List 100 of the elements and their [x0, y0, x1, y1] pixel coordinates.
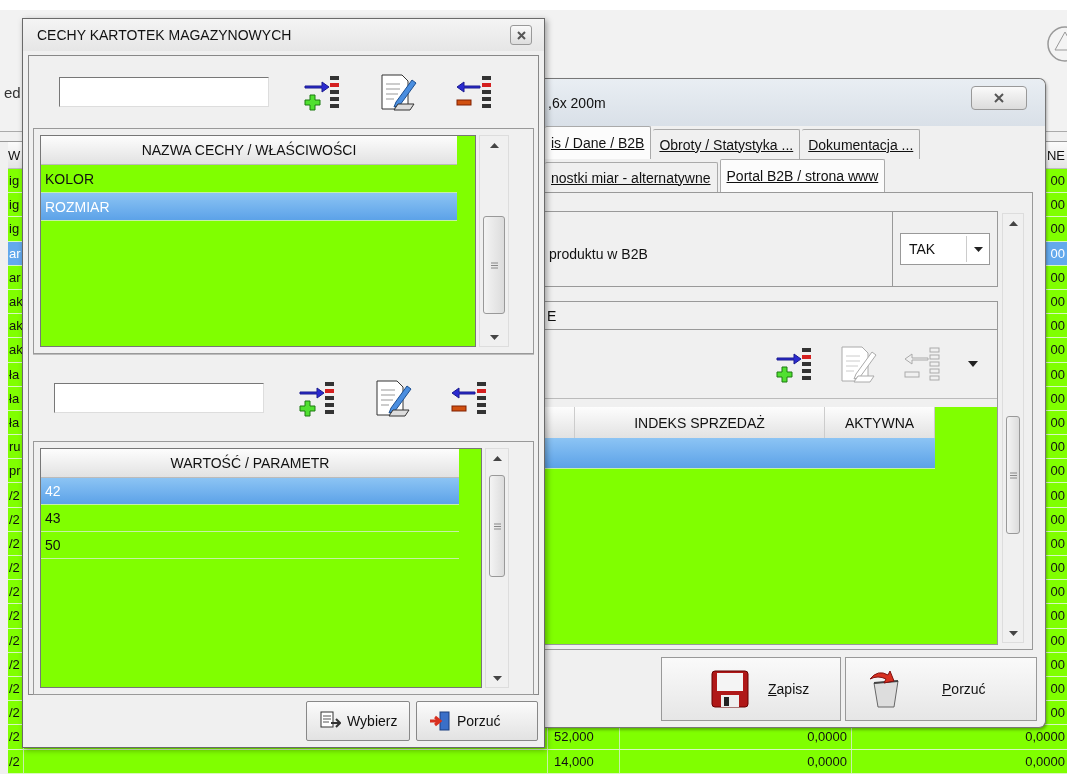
table-cell: /2: [9, 560, 20, 576]
table-cell: ak: [9, 342, 23, 358]
table-cell: /2: [9, 535, 20, 551]
table-cell: 00: [1050, 366, 1065, 382]
edit-document-icon: [373, 378, 413, 418]
document-arrow-icon: [319, 711, 341, 731]
toolbar-text: ed: [4, 84, 21, 101]
cancel-button[interactable]: Porzuć: [416, 701, 538, 741]
scroll-up-icon: [489, 142, 499, 148]
table-cell: 00: [1050, 463, 1065, 479]
table-cell: 00: [1050, 245, 1065, 261]
table-cell: 00: [1050, 584, 1065, 600]
close-icon: [516, 30, 526, 40]
field-label: produktu w B2B: [548, 245, 649, 264]
scroll-up-icon: [492, 455, 502, 461]
column-header[interactable]: NAZWA CECHY / WŁAŚCIWOŚCI: [41, 136, 457, 165]
scrollbar[interactable]: [1002, 213, 1024, 643]
table-cell: ła: [9, 366, 20, 382]
grip-icon: [1009, 471, 1017, 479]
table-cell: 00: [1050, 269, 1065, 285]
table-cell: 0,0000: [807, 753, 847, 769]
table-cell: /2: [9, 584, 20, 600]
table-cell: /2: [9, 681, 20, 697]
close-button[interactable]: [971, 86, 1027, 110]
table-cell: 00: [1050, 294, 1065, 310]
search-field[interactable]: [54, 383, 264, 413]
table-cell: 14,000: [554, 753, 594, 769]
table-cell: /2: [9, 753, 20, 769]
scroll-down-icon: [492, 675, 502, 681]
table-cell: 00: [1050, 656, 1065, 672]
table-cell: 00: [1050, 221, 1065, 237]
table-cell: 00: [1050, 197, 1065, 213]
table-cell: ła: [9, 390, 20, 406]
table-cell: /2: [9, 487, 20, 503]
table-cell: 52,000: [554, 729, 594, 745]
tab[interactable]: Dokumentacja ...: [802, 129, 921, 159]
tab[interactable]: Portal B2B / strona www: [719, 159, 886, 192]
table-cell: 0,0000: [1025, 729, 1065, 745]
edit-document-icon: [838, 344, 878, 384]
caret-icon: [968, 361, 978, 367]
scrollbar[interactable]: [479, 135, 509, 347]
dropdown[interactable]: TAK: [900, 233, 990, 265]
tab[interactable]: Obroty / Statystyka ...: [653, 129, 801, 159]
grip-icon: [493, 522, 501, 530]
table-cell: ig: [9, 173, 20, 189]
tab[interactable]: nostki miar - alternatywne: [545, 162, 718, 192]
scroll-down-icon: [489, 334, 499, 340]
table-cell: ak: [9, 294, 23, 310]
search-field[interactable]: [59, 77, 269, 107]
table-cell: 00: [1050, 681, 1065, 697]
table-cell: /2: [9, 729, 20, 745]
group-header: E: [545, 302, 997, 330]
table-cell: 0,0000: [1025, 753, 1065, 769]
column-header[interactable]: WARTOŚĆ / PARAMETR: [41, 449, 459, 478]
table-cell: 00: [1050, 439, 1065, 455]
save-button[interactable]: Zapisz: [661, 656, 841, 721]
window-title: CECHY KARTOTEK MAGAZYNOWYCH: [37, 27, 292, 43]
table-cell: 00: [1050, 318, 1065, 334]
table-cell: ig: [9, 197, 20, 213]
table-cell: 00: [1050, 414, 1065, 430]
table-cell: 00: [1050, 487, 1065, 503]
table-cell: 00: [1050, 511, 1065, 527]
table-row[interactable]: 43: [41, 505, 459, 532]
table-cell: /2: [9, 632, 20, 648]
scrollbar[interactable]: [485, 448, 509, 688]
table-row[interactable]: 50: [41, 532, 459, 559]
table-cell: /2: [9, 656, 20, 672]
table-cell: /2: [9, 511, 20, 527]
discard-button[interactable]: Porzuć: [845, 656, 1037, 721]
column-header[interactable]: NE: [1046, 147, 1065, 163]
scroll-up-icon: [1008, 220, 1018, 226]
table-cell: ar: [9, 269, 21, 285]
table-cell: 00: [1050, 173, 1065, 189]
choose-button[interactable]: Wybierz: [306, 701, 410, 741]
table-cell: ła: [9, 414, 20, 430]
grip-icon: [490, 261, 498, 269]
table-cell: 00: [1050, 535, 1065, 551]
close-button[interactable]: [510, 25, 532, 45]
table-cell: ak: [9, 318, 23, 334]
tab[interactable]: is / Dane / B2B: [545, 126, 652, 159]
window-title: ,6x 200m: [548, 94, 606, 111]
table-row[interactable]: /2 14,000 0,0000 0,0000: [8, 749, 1067, 774]
remove-row-icon: [902, 344, 942, 384]
table-cell: pr: [9, 463, 21, 479]
table-cell: 00: [1050, 390, 1065, 406]
table-cell: 00: [1050, 560, 1065, 576]
door-arrow-icon: [429, 711, 451, 731]
close-icon: [994, 93, 1004, 103]
table-cell: /2: [9, 705, 20, 721]
table-cell: ig: [9, 221, 20, 237]
table-cell: 00: [1050, 342, 1065, 358]
table-cell: 00: [1050, 632, 1065, 648]
column-header[interactable]: W: [8, 147, 21, 163]
table-cell: 00: [1050, 608, 1065, 624]
table-cell: /2: [9, 608, 20, 624]
table-cell: ru: [9, 439, 21, 455]
caret-icon: [973, 246, 983, 252]
table-cell: 00: [1050, 705, 1065, 721]
table-cell: 0,0000: [807, 729, 847, 745]
table-cell: ar: [9, 245, 21, 261]
